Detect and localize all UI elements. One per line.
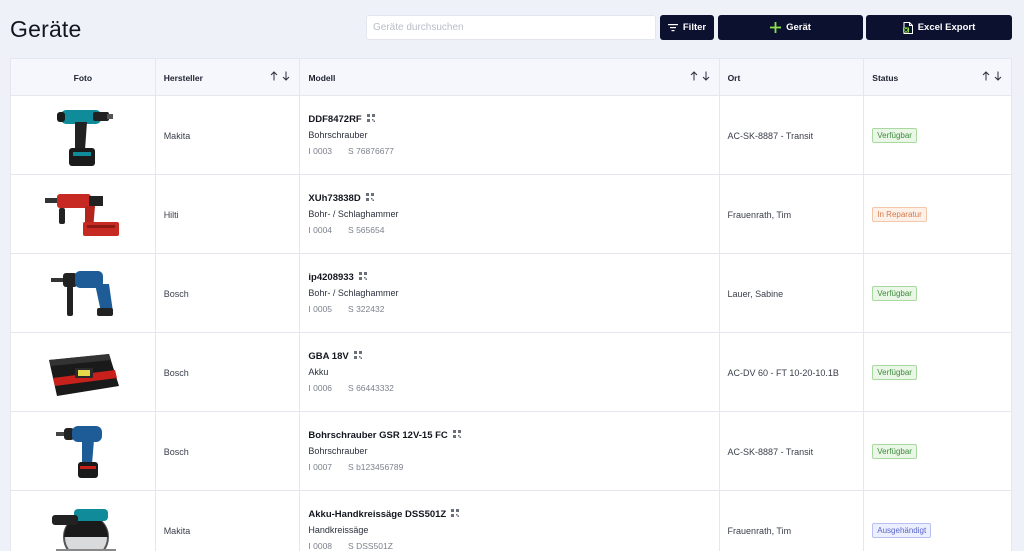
table-row[interactable]: Bosch Bohrschrauber GSR 12V-15 FC Bohrsc… bbox=[11, 412, 1011, 491]
column-header-hersteller-label: Hersteller bbox=[163, 72, 203, 83]
cell-hersteller: Hilti bbox=[156, 175, 301, 254]
model-type: Handkreissäge bbox=[308, 524, 369, 535]
serial-number: S 76876677 bbox=[348, 145, 394, 156]
inventory-number: I 0008 bbox=[308, 540, 333, 551]
plus-icon bbox=[770, 22, 782, 33]
column-header-modell[interactable]: Modell bbox=[300, 59, 720, 96]
device-photo-hilti-hammer bbox=[44, 190, 121, 240]
status-badge: Ausgehändigt bbox=[872, 523, 932, 538]
filter-label: Filter bbox=[682, 22, 707, 33]
cell-hersteller: Makita bbox=[156, 491, 301, 551]
cell-hersteller: Makita bbox=[156, 96, 301, 175]
qr-code-icon[interactable] bbox=[451, 509, 460, 520]
model-type: Bohr- / Schlaghammer bbox=[308, 287, 399, 298]
serial-number: S 565654 bbox=[348, 224, 385, 235]
page-title: Geräte bbox=[10, 16, 82, 42]
filter-button[interactable]: Filter bbox=[660, 15, 714, 40]
inventory-number: I 0005 bbox=[308, 303, 333, 314]
device-photo-bosch-drill bbox=[55, 422, 110, 482]
table-row[interactable]: Makita DDF8472RF Bohrschrauber I 0003 S … bbox=[11, 96, 1011, 175]
search-input[interactable] bbox=[366, 15, 656, 40]
cell-ort: AC-SK-8887 - Transit bbox=[720, 96, 865, 175]
add-device-button[interactable]: Gerät bbox=[718, 15, 863, 40]
qr-code-icon[interactable] bbox=[358, 272, 367, 283]
serial-number: S 322432 bbox=[348, 303, 385, 314]
cell-ort: Frauenrath, Tim bbox=[720, 175, 865, 254]
sort-ascending-icon[interactable] bbox=[690, 71, 698, 81]
column-header-modell-label: Modell bbox=[308, 72, 336, 83]
cell-ort: AC-DV 60 - FT 10-20-10.1B bbox=[720, 333, 865, 412]
sort-descending-icon[interactable] bbox=[994, 71, 1002, 81]
model-type: Bohrschrauber bbox=[308, 445, 368, 456]
column-header-status[interactable]: Status bbox=[864, 59, 1011, 96]
column-header-status-label: Status bbox=[872, 72, 899, 83]
inventory-number: I 0006 bbox=[308, 382, 333, 393]
serial-number: S DSS501Z bbox=[348, 540, 393, 551]
device-photo-makita-saw bbox=[46, 501, 120, 551]
add-device-label: Gerät bbox=[786, 22, 811, 33]
cell-hersteller: Bosch bbox=[156, 333, 301, 412]
qr-code-icon[interactable] bbox=[353, 351, 362, 362]
status-badge: In Reparatur bbox=[872, 207, 927, 222]
cell-ort: AC-SK-8887 - Transit bbox=[720, 412, 865, 491]
device-photo-bosch-battery bbox=[45, 346, 121, 400]
model-type: Akku bbox=[308, 366, 329, 377]
inventory-number: I 0003 bbox=[308, 145, 333, 156]
model-name[interactable]: Bohrschrauber GSR 12V-15 FC bbox=[308, 430, 447, 441]
column-header-foto: Foto bbox=[11, 59, 156, 96]
sort-descending-icon[interactable] bbox=[702, 71, 710, 81]
table-row[interactable]: Makita Akku-Handkreissäge DSS501Z Handkr… bbox=[11, 491, 1011, 551]
column-header-ort: Ort bbox=[720, 59, 865, 96]
model-type: Bohr- / Schlaghammer bbox=[308, 208, 399, 219]
table-row[interactable]: Bosch GBA 18V Akku I 0006 S 66443332 AC-… bbox=[11, 333, 1011, 412]
status-badge: Verfügbar bbox=[872, 128, 917, 143]
status-badge: Verfügbar bbox=[872, 444, 917, 459]
serial-number: S 66443332 bbox=[348, 382, 394, 393]
excel-export-label: Excel Export bbox=[917, 22, 976, 33]
status-badge: Verfügbar bbox=[872, 365, 917, 380]
table-header: Foto Hersteller Modell Ort Status bbox=[11, 59, 1011, 96]
device-photo-makita-drill bbox=[53, 100, 113, 172]
sort-ascending-icon[interactable] bbox=[982, 71, 990, 81]
inventory-number: I 0007 bbox=[308, 461, 333, 472]
model-type: Bohrschrauber bbox=[308, 129, 368, 140]
model-name[interactable]: DDF8472RF bbox=[308, 114, 361, 125]
sort-descending-icon[interactable] bbox=[282, 71, 290, 81]
table-row[interactable]: Bosch ip4208933 Bohr- / Schlaghammer I 0… bbox=[11, 254, 1011, 333]
device-photo-bosch-hammer bbox=[50, 266, 115, 322]
column-header-hersteller[interactable]: Hersteller bbox=[156, 59, 301, 96]
filter-icon bbox=[667, 23, 678, 32]
qr-code-icon[interactable] bbox=[365, 193, 374, 204]
model-name[interactable]: XUh73838D bbox=[308, 193, 360, 204]
inventory-number: I 0004 bbox=[308, 224, 333, 235]
cell-ort: Lauer, Sabine bbox=[720, 254, 865, 333]
devices-table: Foto Hersteller Modell Ort Status Makita… bbox=[10, 58, 1012, 551]
table-row[interactable]: Hilti XUh73838D Bohr- / Schlaghammer I 0… bbox=[11, 175, 1011, 254]
serial-number: S b123456789 bbox=[348, 461, 404, 472]
cell-hersteller: Bosch bbox=[156, 254, 301, 333]
model-name[interactable]: ip4208933 bbox=[308, 272, 353, 283]
excel-export-button[interactable]: Excel Export bbox=[866, 15, 1012, 40]
model-name[interactable]: Akku-Handkreissäge DSS501Z bbox=[308, 509, 446, 520]
sort-ascending-icon[interactable] bbox=[270, 71, 278, 81]
status-badge: Verfügbar bbox=[872, 286, 917, 301]
cell-hersteller: Bosch bbox=[156, 412, 301, 491]
cell-ort: Frauenrath, Tim bbox=[720, 491, 865, 551]
qr-code-icon[interactable] bbox=[366, 114, 375, 125]
excel-file-icon bbox=[902, 21, 913, 34]
model-name[interactable]: GBA 18V bbox=[308, 351, 348, 362]
qr-code-icon[interactable] bbox=[452, 430, 461, 441]
